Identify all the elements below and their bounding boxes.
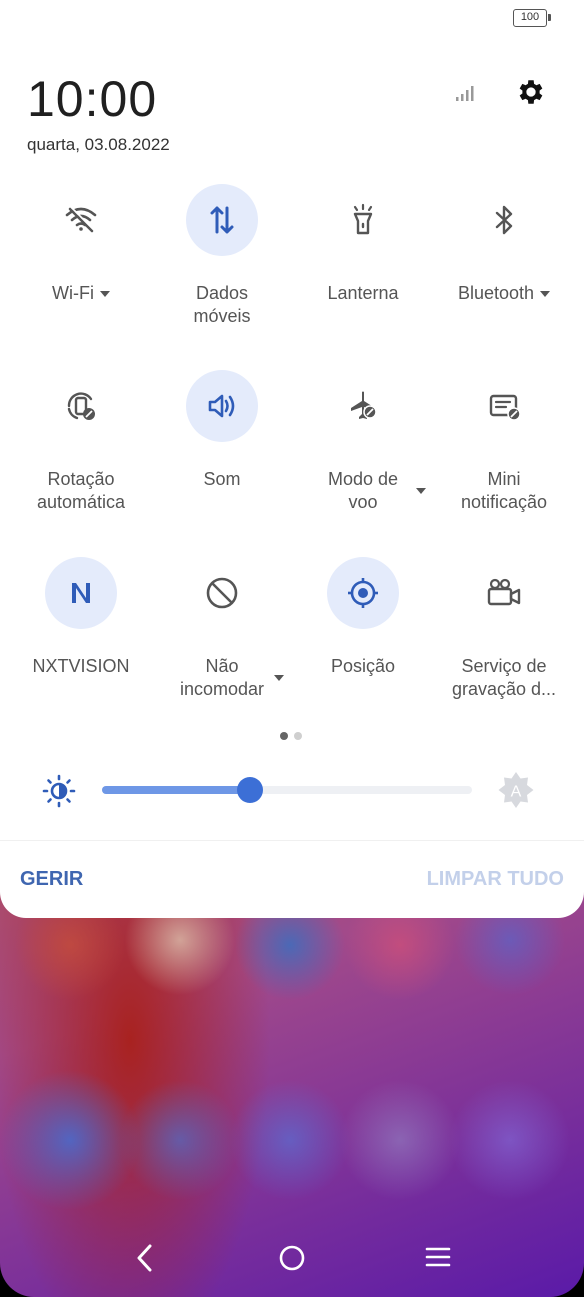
page-dot-active	[280, 732, 288, 740]
signal-bars-icon	[456, 86, 474, 101]
tile-mobile-data-label: Dados móveis	[193, 283, 251, 326]
auto-rotate-icon	[67, 392, 95, 420]
mini-notification-icon	[489, 394, 521, 421]
clock[interactable]: 10:00	[27, 70, 157, 128]
tile-location-label: Posição	[330, 656, 396, 676]
brightness-icon	[42, 774, 76, 808]
tile-nxtvision[interactable]: NXTVISION	[8, 557, 154, 678]
tile-do-not-disturb-label: Não incomodar	[180, 655, 285, 701]
flashlight-icon	[353, 203, 373, 235]
clear-all-button[interactable]: LIMPAR TUDO	[427, 868, 564, 891]
wifi-off-icon	[65, 206, 97, 233]
battery-indicator: 100	[513, 9, 551, 27]
tile-location-button[interactable]	[327, 557, 399, 629]
tile-flashlight[interactable]: Lanterna	[290, 184, 436, 305]
mobile-data-icon	[210, 206, 234, 234]
date[interactable]: quarta, 03.08.2022	[27, 135, 170, 155]
svg-text:A: A	[511, 784, 522, 801]
tile-mobile-data[interactable]: Dados móveis	[149, 184, 295, 328]
tile-mini-notification-label: Mini notificação	[460, 469, 548, 512]
tile-screen-record-button[interactable]	[468, 557, 540, 629]
tile-auto-rotate-button[interactable]	[45, 370, 117, 442]
tile-wifi[interactable]: Wi-Fi	[8, 184, 154, 305]
tile-sound[interactable]: Som	[149, 370, 295, 491]
tile-location[interactable]: Posição	[290, 557, 436, 678]
auto-brightness-icon[interactable]: A	[496, 770, 536, 810]
tile-wifi-label: Wi-Fi	[52, 282, 110, 305]
location-icon	[348, 578, 378, 608]
tile-auto-rotate[interactable]: Rotação automática	[8, 370, 154, 514]
do-not-disturb-icon	[206, 577, 238, 609]
screen-record-icon	[487, 578, 521, 606]
battery-level: 100	[520, 11, 540, 23]
tile-auto-rotate-label: Rotação automática	[36, 469, 126, 512]
tile-flashlight-label: Lanterna	[327, 283, 399, 303]
tile-do-not-disturb[interactable]: Não incomodar	[149, 557, 295, 701]
page-dot-inactive	[294, 732, 302, 740]
tile-screen-record[interactable]: Serviço de gravação d...	[431, 557, 577, 701]
tile-flashlight-button[interactable]	[327, 184, 399, 256]
sound-icon	[208, 394, 235, 418]
gear-icon[interactable]	[515, 76, 547, 108]
bluetooth-icon	[495, 205, 513, 235]
divider	[0, 840, 584, 841]
tile-nxtvision-button[interactable]	[45, 557, 117, 629]
back-icon[interactable]	[130, 1242, 160, 1274]
page-indicator	[280, 727, 308, 745]
nxtvision-icon	[72, 583, 90, 603]
tile-mini-notification-button[interactable]	[468, 370, 540, 442]
tile-bluetooth-button[interactable]	[468, 184, 540, 256]
tile-mobile-data-button[interactable]	[186, 184, 258, 256]
tile-bluetooth-label: Bluetooth	[458, 282, 551, 305]
tile-screen-record-label: Serviço de gravação d...	[451, 656, 557, 699]
brightness-slider[interactable]	[102, 777, 472, 803]
tile-nxtvision-label: NXTVISION	[32, 656, 130, 676]
brightness-slider-thumb[interactable]	[237, 777, 263, 803]
navigation-bar	[0, 1228, 584, 1288]
brightness-slider-fill	[102, 786, 250, 794]
airplane-icon	[351, 391, 377, 419]
tile-wifi-button[interactable]	[45, 184, 117, 256]
tile-airplane-mode[interactable]: Modo de voo	[290, 370, 436, 514]
tile-mini-notification[interactable]: Mini notificação	[431, 370, 577, 514]
tile-airplane-mode-label: Modo de voo	[328, 468, 427, 514]
tile-sound-label: Som	[203, 469, 241, 489]
tile-airplane-mode-button[interactable]	[327, 370, 399, 442]
tile-sound-button[interactable]	[186, 370, 258, 442]
quick-settings-panel: 100 10:00 quarta, 03.08.2022 Wi-Fi Dados…	[0, 0, 584, 918]
tile-bluetooth[interactable]: Bluetooth	[431, 184, 577, 305]
menu-icon[interactable]	[425, 1246, 451, 1268]
manage-button[interactable]: GERIR	[20, 868, 83, 891]
tile-do-not-disturb-button[interactable]	[186, 557, 258, 629]
home-icon[interactable]	[278, 1244, 306, 1272]
